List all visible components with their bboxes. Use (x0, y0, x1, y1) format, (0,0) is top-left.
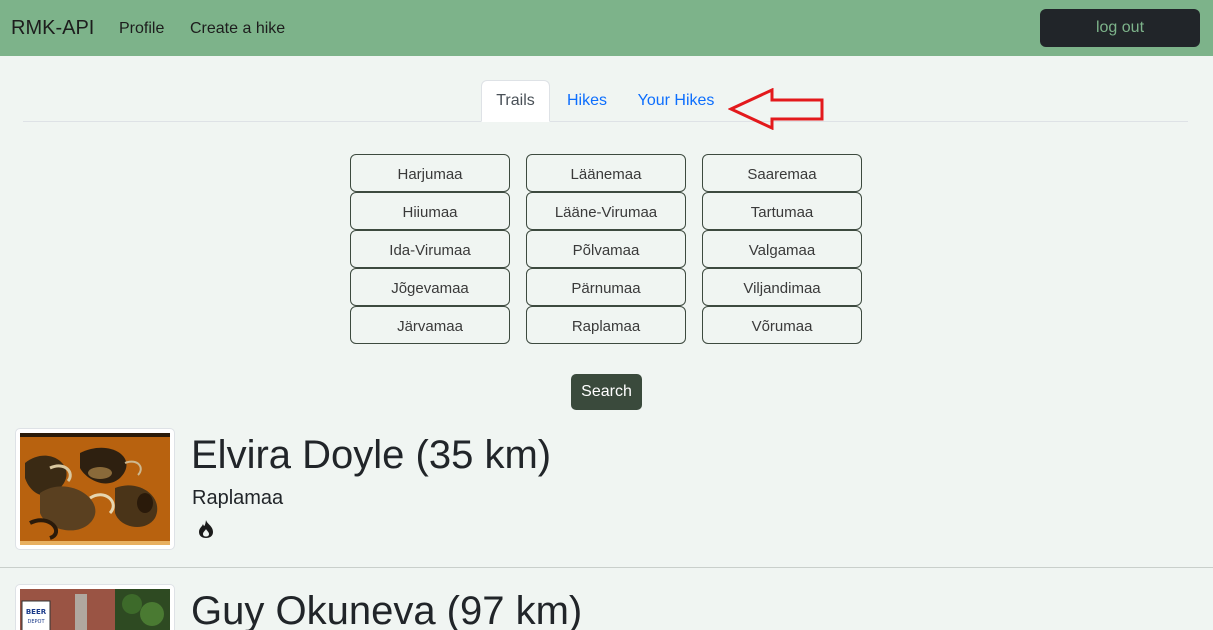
nav-create-hike-link[interactable]: Create a hike (190, 20, 285, 38)
search-button[interactable]: Search (571, 374, 642, 410)
county-button-viljandimaa[interactable]: Viljandimaa (702, 268, 862, 306)
trail-title[interactable]: Guy Okuneva (97 km) (191, 589, 582, 630)
trail-county: Raplamaa (192, 487, 284, 509)
county-button-laane-virumaa[interactable]: Lääne-Virumaa (526, 192, 686, 230)
trail-image: BEER DEPOT (20, 589, 170, 630)
county-button-hiiumaa[interactable]: Hiiumaa (350, 192, 510, 230)
county-button-saaremaa[interactable]: Saaremaa (702, 154, 862, 192)
county-button-parnumaa[interactable]: Pärnumaa (526, 268, 686, 306)
red-arrow-icon (728, 88, 824, 130)
tab-trails[interactable]: Trails (481, 80, 550, 122)
trail-title[interactable]: Elvira Doyle (35 km) (191, 433, 551, 478)
county-button-raplamaa[interactable]: Raplamaa (526, 306, 686, 344)
nav-profile-link[interactable]: Profile (119, 20, 164, 38)
trail-image (20, 433, 170, 545)
county-button-harjumaa[interactable]: Harjumaa (350, 154, 510, 192)
county-button-laanemaa[interactable]: Läänemaa (526, 154, 686, 192)
navbar: RMK-API Profile Create a hike log out (0, 0, 1213, 56)
trail-thumbnail[interactable]: BEER DEPOT (15, 584, 175, 630)
tab-your-hikes[interactable]: Your Hikes (628, 80, 724, 122)
county-button-jogevamaa[interactable]: Jõgevamaa (350, 268, 510, 306)
logout-button[interactable]: log out (1040, 9, 1200, 47)
county-button-vorumaa[interactable]: Võrumaa (702, 306, 862, 344)
county-button-tartumaa[interactable]: Tartumaa (702, 192, 862, 230)
brand-link[interactable]: RMK-API (11, 17, 94, 40)
beer-depot-sign: BEER (26, 608, 47, 616)
fire-icon (199, 520, 213, 538)
tab-hikes[interactable]: Hikes (556, 80, 618, 122)
county-button-ida-virumaa[interactable]: Ida-Virumaa (350, 230, 510, 268)
trail-thumbnail[interactable] (15, 428, 175, 550)
list-divider (0, 567, 1213, 568)
county-button-valgamaa[interactable]: Valgamaa (702, 230, 862, 268)
county-button-polvamaa[interactable]: Põlvamaa (526, 230, 686, 268)
svg-text:DEPOT: DEPOT (27, 619, 45, 625)
county-button-jarvamaa[interactable]: Järvamaa (350, 306, 510, 344)
